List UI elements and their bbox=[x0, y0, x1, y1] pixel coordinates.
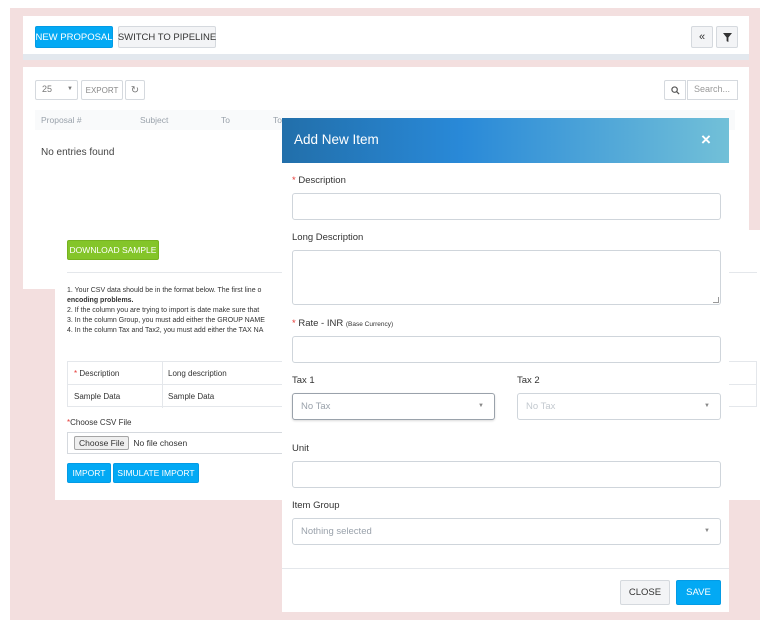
modal-title: Add New Item bbox=[294, 132, 379, 147]
download-sample-button[interactable]: DOWNLOAD SAMPLE bbox=[67, 240, 159, 260]
tax2-label: Tax 2 bbox=[517, 375, 540, 386]
search-input[interactable]: Search... bbox=[687, 80, 738, 100]
add-item-modal: Add New Item × * Description Long Descri… bbox=[282, 118, 729, 612]
csv-file-input[interactable]: Choose File No file chosen bbox=[67, 432, 283, 454]
search-button[interactable] bbox=[664, 80, 686, 100]
item-group-value: Nothing selected bbox=[301, 526, 372, 537]
save-button[interactable]: SAVE bbox=[676, 580, 721, 605]
simulate-import-button[interactable]: SIMULATE IMPORT bbox=[113, 463, 199, 483]
page-length-value: 25 bbox=[42, 84, 53, 94]
unit-label: Unit bbox=[292, 443, 309, 454]
caret-down-icon: ▼ bbox=[704, 528, 710, 534]
instruction-line: 2. If the column you are trying to impor… bbox=[67, 307, 260, 314]
reload-button[interactable]: ↻ bbox=[125, 80, 145, 100]
page-length-select[interactable]: 25 ▼ bbox=[35, 80, 78, 100]
tax2-select[interactable]: No Tax ▼ bbox=[517, 393, 721, 420]
description-input[interactable] bbox=[292, 193, 721, 220]
csv-header-cell: * Description bbox=[74, 369, 120, 378]
collapse-button[interactable]: « bbox=[691, 26, 713, 48]
long-description-label: Long Description bbox=[292, 232, 364, 243]
csv-header-cell: Long description bbox=[168, 369, 227, 378]
import-instructions: 1. Your CSV data should be in the format… bbox=[67, 286, 283, 336]
export-button[interactable]: EXPORT bbox=[81, 80, 123, 100]
long-description-textarea[interactable] bbox=[292, 250, 721, 305]
item-group-select[interactable]: Nothing selected ▼ bbox=[292, 518, 721, 545]
caret-down-icon: ▼ bbox=[478, 403, 484, 409]
file-status: No file chosen bbox=[133, 438, 188, 448]
refresh-icon: ↻ bbox=[130, 84, 140, 96]
tax1-label: Tax 1 bbox=[292, 375, 315, 386]
caret-down-icon: ▼ bbox=[704, 403, 710, 409]
toolbar-card: NEW PROPOSAL SWITCH TO PIPELINE « bbox=[23, 16, 749, 60]
new-proposal-button[interactable]: NEW PROPOSAL bbox=[35, 26, 113, 48]
description-label: * Description bbox=[292, 175, 346, 186]
unit-input[interactable] bbox=[292, 461, 721, 488]
tax1-select[interactable]: No Tax ▼ bbox=[292, 393, 495, 420]
search-icon bbox=[670, 85, 680, 95]
modal-footer-divider bbox=[282, 568, 729, 569]
filter-icon bbox=[722, 32, 732, 42]
instruction-line: 1. Your CSV data should be in the format… bbox=[67, 287, 262, 294]
close-button[interactable]: CLOSE bbox=[620, 580, 670, 605]
tax1-value: No Tax bbox=[301, 401, 331, 412]
column-header[interactable]: To bbox=[273, 115, 282, 125]
csv-sample-cell: Sample Data bbox=[74, 392, 121, 401]
column-header[interactable]: To bbox=[221, 115, 230, 125]
resize-handle-icon[interactable] bbox=[713, 297, 719, 303]
instruction-line: 3. In the column Group, you must add eit… bbox=[67, 317, 265, 324]
column-header[interactable]: Proposal # bbox=[41, 115, 82, 125]
instruction-line: encoding problems. bbox=[67, 297, 134, 304]
instruction-line: 4. In the column Tax and Tax2, you must … bbox=[67, 327, 264, 334]
rate-label: * Rate - INR (Base Currency) bbox=[292, 318, 394, 329]
filter-button[interactable] bbox=[716, 26, 738, 48]
csv-sample-cell: Sample Data bbox=[168, 392, 215, 401]
tax2-value: No Tax bbox=[526, 401, 556, 412]
modal-header: Add New Item × bbox=[282, 118, 729, 163]
close-icon[interactable]: × bbox=[701, 130, 711, 150]
empty-table-message: No entries found bbox=[41, 147, 115, 158]
import-button[interactable]: IMPORT bbox=[67, 463, 111, 483]
caret-down-icon: ▼ bbox=[67, 86, 73, 92]
item-group-label: Item Group bbox=[292, 500, 340, 511]
switch-to-pipeline-button[interactable]: SWITCH TO PIPELINE bbox=[118, 26, 216, 48]
choose-file-button[interactable]: Choose File bbox=[74, 436, 130, 450]
choose-csv-label: *Choose CSV File bbox=[67, 418, 132, 427]
rate-input[interactable] bbox=[292, 336, 721, 363]
column-header[interactable]: Subject bbox=[140, 115, 168, 125]
